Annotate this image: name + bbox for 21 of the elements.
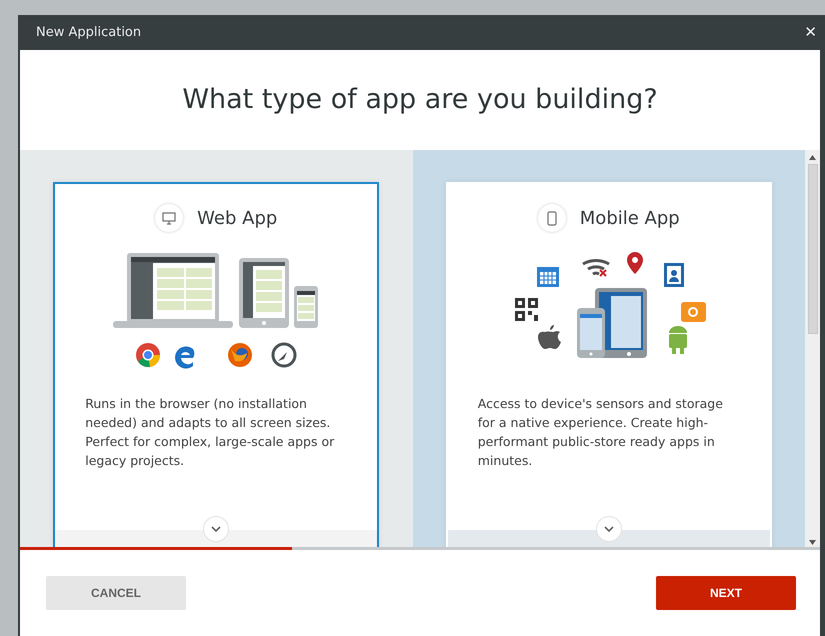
chevron-down-icon	[211, 526, 222, 532]
expand-button[interactable]	[596, 516, 622, 542]
chevron-down-icon	[604, 526, 614, 532]
app-type-card[interactable]: Web App Runs in the browser (no installation needed) and adapts to all screen sizes. Perfect for complex, large-scale apps or legacy projects.	[53, 182, 380, 550]
app-type-title: Web App	[197, 206, 278, 230]
app-type-card[interactable]: Mobile App Access to device's sensors and storage for a native experience. Create high-performant public-store ready apps in minutes.	[446, 182, 772, 550]
question-heading: What type of app are you building?	[182, 84, 658, 116]
cancel-button[interactable]: CANCEL	[46, 576, 186, 610]
scroll-up-icon	[809, 155, 816, 160]
scroll-thumb[interactable]	[808, 164, 818, 334]
scroll-down-icon	[809, 540, 816, 545]
next-button[interactable]: NEXT	[656, 576, 796, 610]
close-button[interactable]: ✕	[802, 25, 819, 40]
app-type-description: Access to device's sensors and storage for a native experience. Create high-performant public-store ready apps in minutes.	[476, 395, 724, 470]
monitor-icon	[162, 212, 176, 224]
expand-button[interactable]	[203, 516, 230, 542]
app-type-description: Runs in the browser (no installation needed) and adapts to all screen sizes. Perfect for complex, large-scale apps or legacy projects.	[84, 395, 336, 470]
scrollbar[interactable]	[805, 150, 820, 550]
dialog-title: New Application	[36, 24, 142, 42]
phone-icon	[546, 210, 557, 226]
app-type-title: Mobile App	[580, 206, 680, 230]
